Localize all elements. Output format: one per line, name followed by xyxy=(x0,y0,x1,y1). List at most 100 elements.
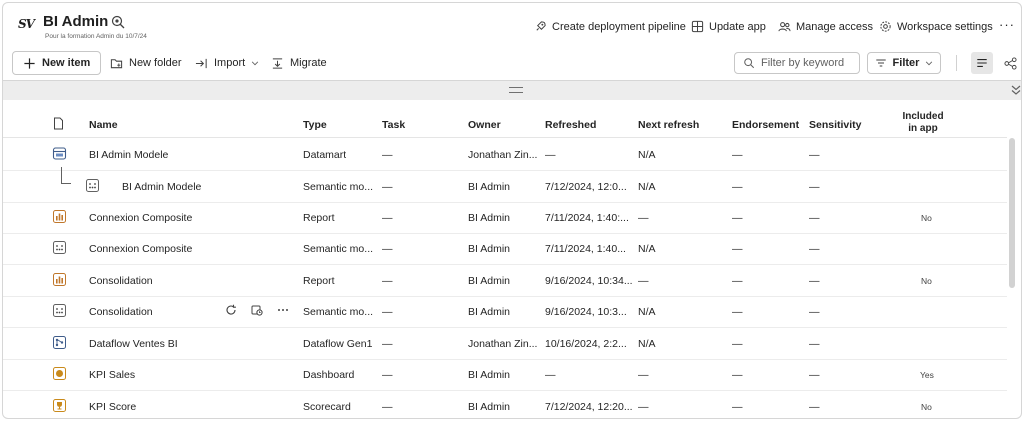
table-row[interactable]: BI Admin Modele Datamart — Jonathan Zin.… xyxy=(3,139,1007,171)
gear-icon xyxy=(880,21,891,32)
plus-icon xyxy=(24,57,35,69)
chevron-down-icon xyxy=(252,61,259,66)
refresh-icon[interactable] xyxy=(225,304,237,316)
migrate-button[interactable]: Migrate xyxy=(271,52,327,74)
item-sensitivity: — xyxy=(809,149,820,161)
tree-connector xyxy=(61,167,71,184)
item-included-in-app: No xyxy=(921,213,932,223)
item-name[interactable]: KPI Score xyxy=(89,401,136,413)
item-sensitivity: — xyxy=(809,401,820,413)
column-header-next-refresh[interactable]: Next refresh xyxy=(638,119,699,131)
dashboard-icon xyxy=(53,367,66,380)
create-deployment-pipeline-label: Create deployment pipeline xyxy=(552,20,686,33)
item-next-refresh: — xyxy=(638,401,649,413)
double-chevron-down-icon[interactable] xyxy=(1011,84,1021,96)
item-sensitivity: — xyxy=(809,243,820,255)
item-owner: Jonathan Zin... xyxy=(468,338,538,350)
new-folder-label: New folder xyxy=(129,57,182,69)
table-row[interactable]: Consolidation Report — BI Admin 9/16/202… xyxy=(3,265,1007,297)
item-owner: BI Admin xyxy=(468,369,511,381)
new-item-button[interactable]: New item xyxy=(12,51,102,75)
item-name[interactable]: Connexion Composite xyxy=(89,212,192,224)
workspace-title: BI Admin xyxy=(43,13,109,30)
item-task: — xyxy=(382,212,393,224)
column-header-owner[interactable]: Owner xyxy=(468,119,501,131)
pane-splitter[interactable] xyxy=(3,80,1021,100)
column-header-type[interactable]: Type xyxy=(303,119,327,131)
workspace-settings-button[interactable]: Workspace settings xyxy=(879,20,993,33)
list-view-button[interactable] xyxy=(971,52,993,74)
item-refreshed: 9/16/2024, 10:34... xyxy=(545,275,633,287)
item-endorsement: — xyxy=(732,401,743,413)
lineage-view-button[interactable] xyxy=(999,52,1021,74)
row-quick-actions xyxy=(225,304,289,316)
create-deployment-pipeline-button[interactable]: Create deployment pipeline xyxy=(534,20,686,33)
table-row[interactable]: Connexion Composite Report — BI Admin 7/… xyxy=(3,202,1007,234)
item-name[interactable]: BI Admin Modele xyxy=(122,181,201,193)
item-next-refresh: N/A xyxy=(638,243,656,255)
rocket-icon xyxy=(536,21,546,31)
report-icon xyxy=(53,210,66,223)
item-sensitivity: — xyxy=(809,181,820,193)
item-sensitivity: — xyxy=(809,275,820,287)
folder-add-icon xyxy=(110,58,123,68)
workspace-window: SV BI Admin Pour la formation Admin du 1… xyxy=(2,2,1022,419)
column-header-sensitivity[interactable]: Sensitivity xyxy=(809,119,862,131)
new-folder-button[interactable]: New folder xyxy=(110,52,182,74)
table-row[interactable]: Consolidation Semantic mo... — BI Admin … xyxy=(3,296,1007,328)
drag-handle-icon[interactable] xyxy=(509,87,523,93)
vertical-scrollbar[interactable] xyxy=(1009,138,1015,288)
table-row[interactable]: Dataflow Ventes BI Dataflow Gen1 — Jonat… xyxy=(3,328,1007,360)
item-name[interactable]: KPI Sales xyxy=(89,369,135,381)
item-type: Scorecard xyxy=(303,401,351,413)
item-next-refresh: — xyxy=(638,212,649,224)
toolbar-divider xyxy=(956,55,957,71)
filter-label: Filter xyxy=(892,57,920,69)
column-header-endorsement[interactable]: Endorsement xyxy=(732,119,799,131)
datamart-icon xyxy=(52,147,67,160)
item-endorsement: — xyxy=(732,306,743,318)
table-header: Name Type Task Owner Refreshed Next refr… xyxy=(3,108,1007,138)
item-task: — xyxy=(382,306,393,318)
column-header-task[interactable]: Task xyxy=(382,119,405,131)
more-options-icon[interactable] xyxy=(277,304,289,316)
column-header-refreshed[interactable]: Refreshed xyxy=(545,119,596,131)
column-header-included-in-app[interactable]: Included in app xyxy=(893,111,953,135)
table-row[interactable]: BI Admin Modele Semantic mo... — BI Admi… xyxy=(3,167,1007,203)
item-included-in-app: No xyxy=(921,276,932,286)
item-name[interactable]: BI Admin Modele xyxy=(89,149,168,161)
table-row[interactable]: KPI Score Scorecard — BI Admin 7/12/2024… xyxy=(3,391,1007,418)
item-next-refresh: N/A xyxy=(638,181,656,193)
table-row[interactable]: Connexion Composite Semantic mo... — BI … xyxy=(3,233,1007,265)
document-type-icon xyxy=(54,117,63,130)
import-dropdown[interactable]: Import xyxy=(195,52,259,74)
workspace-header: SV BI Admin Pour la formation Admin du 1… xyxy=(3,3,1021,47)
update-app-button[interactable]: Update app xyxy=(691,20,766,33)
more-options-button[interactable]: ··· xyxy=(999,17,1015,32)
item-endorsement: — xyxy=(732,181,743,193)
item-task: — xyxy=(382,181,393,193)
workspace-settings-label: Workspace settings xyxy=(897,20,993,33)
item-next-refresh: N/A xyxy=(638,149,656,161)
table-row[interactable]: KPI Sales Dashboard — BI Admin — — — — Y… xyxy=(3,359,1007,391)
schedule-refresh-icon[interactable] xyxy=(251,304,263,316)
item-next-refresh: N/A xyxy=(638,306,656,318)
item-name[interactable]: Consolidation xyxy=(89,306,153,318)
item-name[interactable]: Consolidation xyxy=(89,275,153,287)
item-next-refresh: — xyxy=(638,275,649,287)
filter-by-keyword-field[interactable] xyxy=(734,52,860,74)
item-endorsement: — xyxy=(732,275,743,287)
filter-by-keyword-input[interactable] xyxy=(761,57,856,69)
workspace-settings-badge-icon[interactable] xyxy=(110,14,126,30)
migrate-icon xyxy=(272,57,283,69)
filter-button[interactable]: Filter xyxy=(867,52,941,74)
filter-lines-icon xyxy=(875,59,886,67)
item-included-in-app: No xyxy=(921,402,932,412)
item-name[interactable]: Connexion Composite xyxy=(89,243,192,255)
item-type: Semantic mo... xyxy=(303,181,374,193)
item-refreshed: 9/16/2024, 10:3... xyxy=(545,306,627,318)
manage-access-button[interactable]: Manage access xyxy=(778,20,873,33)
workspace-toolbar: New item New folder Import Migrate Filte… xyxy=(3,47,1021,79)
column-header-name[interactable]: Name xyxy=(89,119,118,131)
item-name[interactable]: Dataflow Ventes BI xyxy=(89,338,178,350)
